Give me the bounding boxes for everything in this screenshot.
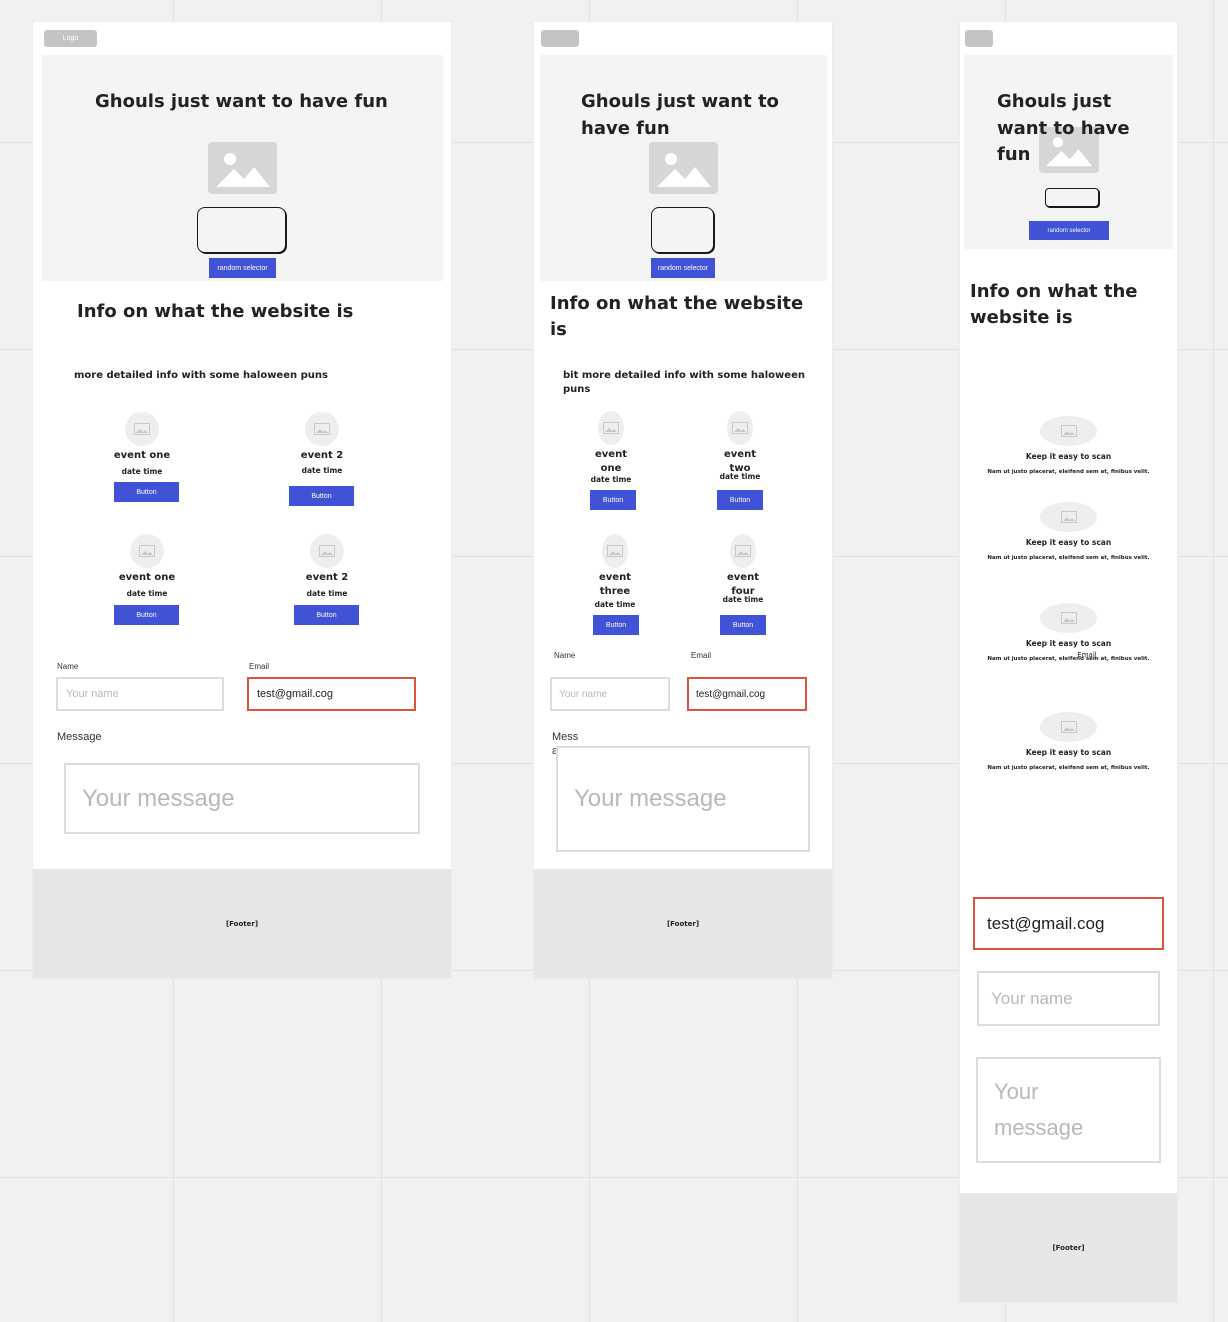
event-button[interactable]: Button: [289, 486, 354, 506]
random-selector-button[interactable]: random selector: [651, 258, 715, 278]
event-image-icon: [598, 411, 624, 445]
logo[interactable]: [965, 30, 993, 47]
selection-box[interactable]: [651, 207, 714, 253]
name-input[interactable]: Your name: [977, 971, 1160, 1026]
feature-title: Keep it easy to scan: [1025, 748, 1112, 757]
event-date: date time: [722, 595, 764, 604]
event-button[interactable]: Button: [593, 615, 639, 635]
event-image-icon: [602, 534, 628, 568]
event-date: date time: [121, 467, 163, 476]
event-date: date time: [719, 472, 761, 481]
hero-title-line-3: fun: [997, 144, 1031, 165]
email-input[interactable]: test@gmail.cog: [247, 677, 416, 711]
feature-text: Nam ut justo placerat, eleifend sem at, …: [987, 469, 1150, 475]
event-button[interactable]: Button: [590, 490, 636, 510]
event-name: event: [595, 449, 627, 460]
name-input[interactable]: Your name: [56, 677, 224, 711]
logo[interactable]: [541, 30, 579, 47]
email-input[interactable]: test@gmail.cog: [973, 897, 1164, 950]
tablet-frame: Ghouls just want to have fun random sele…: [534, 22, 832, 978]
selection-box[interactable]: [1045, 188, 1099, 207]
mobile-frame: Ghouls just want to have fun random sele…: [960, 22, 1177, 1302]
event-name: event 2: [300, 450, 344, 461]
feature-image-icon: [1040, 502, 1097, 532]
event-name: one: [600, 463, 622, 474]
hero-title-line-2: want to have: [997, 118, 1130, 139]
random-selector-button[interactable]: random selector: [1029, 221, 1109, 240]
event-image-icon: [730, 534, 756, 568]
message-input[interactable]: Your message: [976, 1057, 1161, 1163]
event-button[interactable]: Button: [114, 482, 179, 502]
name-input[interactable]: Your name: [550, 677, 670, 711]
info-text: more detailed info with some haloween pu…: [74, 370, 328, 381]
feature-text: Nam ut justo placerat, eleifend sem at, …: [987, 765, 1150, 771]
message-label-line-1: Mess: [552, 731, 579, 743]
event-image-icon: [310, 534, 344, 568]
name-label: Name: [57, 662, 79, 671]
logo[interactable]: Logo: [44, 30, 97, 47]
feature-title: Keep it easy to scan: [1025, 639, 1112, 648]
event-date: date time: [590, 475, 632, 484]
message-label: Message: [57, 731, 102, 743]
hero-title: Ghouls just want to have fun: [95, 91, 388, 112]
message-input[interactable]: Your message: [556, 746, 810, 852]
event-image-icon: [130, 534, 164, 568]
info-title-line-1: Info on what the website: [550, 293, 804, 314]
feature-text: Nam ut justo placerat, eleifend sem at, …: [987, 656, 1150, 662]
event-name: three: [599, 586, 631, 597]
hero-section: Ghouls just want to have fun random sele…: [540, 55, 827, 281]
info-text-line-1: bit more detailed info with some halowee…: [563, 370, 805, 381]
event-name: event: [599, 572, 631, 583]
feature-text: Nam ut justo placerat, eleifend sem at, …: [987, 555, 1150, 561]
event-image-icon: [125, 412, 159, 446]
event-button[interactable]: Button: [720, 615, 766, 635]
event-date: date time: [306, 589, 348, 598]
email-label: Email: [691, 651, 712, 660]
event-button[interactable]: Button: [294, 605, 359, 625]
hero-section: Ghouls just want to have fun random sele…: [42, 55, 443, 281]
event-image-icon: [727, 411, 753, 445]
desktop-frame: Logo Ghouls just want to have fun random…: [33, 22, 451, 978]
email-label: Email: [249, 662, 270, 671]
info-text-line-2: puns: [563, 384, 591, 395]
message-placeholder-line-2: message: [994, 1115, 1084, 1140]
feature-title: Keep it easy to scan: [1025, 538, 1112, 547]
feature-image-icon: [1040, 603, 1097, 633]
hero-title-line-1: Ghouls just: [997, 91, 1112, 112]
footer: [Footer]: [960, 1193, 1177, 1302]
event-date: date time: [126, 589, 168, 598]
event-image-icon: [305, 412, 339, 446]
feature-title: Keep it easy to scan: [1025, 452, 1112, 461]
event-name: event 2: [305, 572, 349, 583]
event-date: date time: [594, 600, 636, 609]
random-selector-button[interactable]: random selector: [209, 258, 276, 278]
image-placeholder-icon: [208, 142, 277, 194]
message-placeholder-line-1: Your: [994, 1079, 1039, 1104]
event-name: event one: [118, 572, 176, 583]
message-input[interactable]: Your message: [64, 763, 420, 834]
info-title: Info on what the website is: [77, 301, 354, 322]
selection-box[interactable]: [197, 207, 286, 253]
info-title-line-2: website is: [970, 307, 1073, 328]
event-name: event: [727, 572, 759, 583]
name-label: Name: [554, 651, 576, 660]
feature-image-icon: [1040, 712, 1097, 742]
hero-title-line-2: have fun: [581, 118, 670, 139]
event-name: event: [724, 449, 756, 460]
info-title-line-2: is: [550, 319, 567, 340]
feature-image-icon: [1040, 416, 1097, 446]
info-title-line-1: Info on what the: [970, 281, 1138, 302]
event-name: event one: [113, 450, 171, 461]
image-placeholder-icon: [649, 142, 718, 194]
event-date: date time: [301, 466, 343, 475]
footer: [Footer]: [534, 869, 832, 978]
event-button[interactable]: Button: [717, 490, 763, 510]
hero-section: Ghouls just want to have fun random sele…: [964, 55, 1173, 249]
hero-title-line-1: Ghouls just want to: [581, 91, 779, 112]
event-button[interactable]: Button: [114, 605, 179, 625]
email-input[interactable]: test@gmail.cog: [687, 677, 807, 711]
footer: [Footer]: [33, 869, 451, 978]
